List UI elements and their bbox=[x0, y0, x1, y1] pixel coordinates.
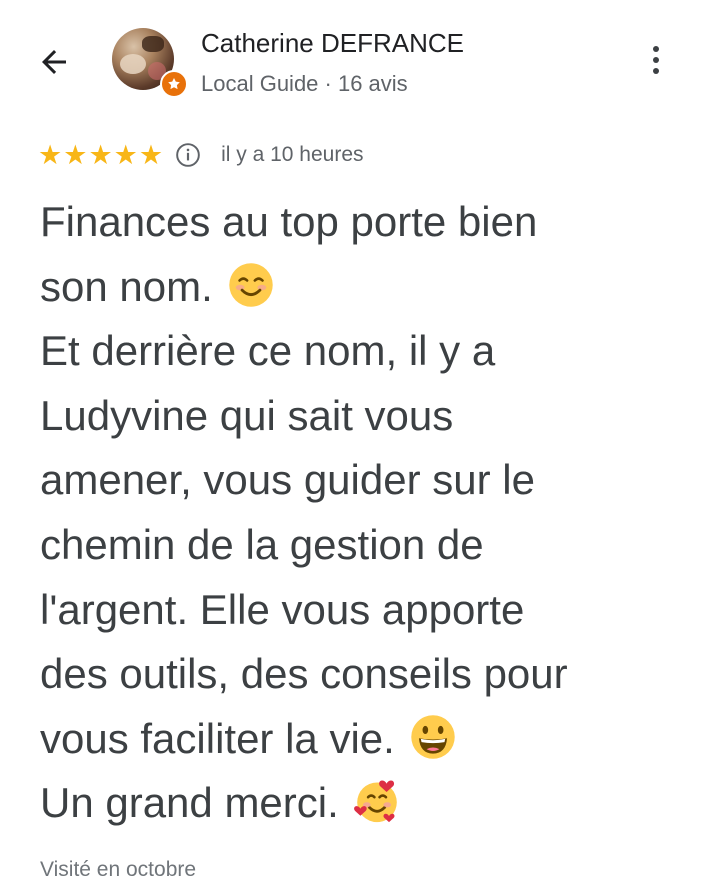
review-line-text: son nom. bbox=[40, 262, 213, 310]
review-time: il y a 10 heures bbox=[221, 143, 364, 166]
avatar-photo-detail bbox=[142, 36, 164, 52]
smiling-face-with-hearts-emoji bbox=[354, 780, 398, 823]
info-icon[interactable] bbox=[175, 142, 201, 168]
star-icon: ★ bbox=[113, 139, 138, 170]
review-line: des outils, des conseils pour bbox=[40, 650, 568, 698]
review-line: vous faciliter la vie. bbox=[40, 707, 700, 772]
arrow-left-icon bbox=[42, 50, 66, 74]
grinning-face-emoji bbox=[411, 715, 456, 759]
more-vert-icon bbox=[653, 46, 659, 52]
star-icon: ★ bbox=[38, 139, 63, 170]
local-guide-badge bbox=[160, 70, 188, 98]
star-icon: ★ bbox=[138, 139, 164, 170]
smiling-face-emoji bbox=[229, 262, 274, 307]
reviewer-meta[interactable]: Local Guide · 16 avis bbox=[201, 71, 408, 97]
reviewer-name[interactable]: Catherine DEFRANCE bbox=[201, 28, 464, 59]
review-line-text: vous faciliter la vie. bbox=[40, 714, 395, 762]
review-line: Un grand merci. bbox=[40, 771, 700, 836]
review-line: Finances au top porte bien bbox=[40, 198, 538, 245]
review-line-text: Un grand merci. bbox=[40, 779, 339, 827]
review-line: chemin de la gestion de bbox=[40, 520, 484, 568]
visited-date: Visité en octobre bbox=[40, 858, 197, 881]
review-line: l'argent. Elle vous apporte bbox=[40, 585, 525, 633]
star-icon: ★ bbox=[88, 139, 113, 170]
back-button[interactable] bbox=[32, 42, 76, 82]
avatar-photo-detail bbox=[120, 54, 146, 74]
star-rating: ★ ★ ★ ★ ★ bbox=[38, 139, 164, 170]
review-line: Et derrière ce nom, il y a bbox=[40, 327, 496, 375]
more-vert-icon bbox=[653, 68, 659, 74]
review-text: Finances au top porte bien son nom. Et d… bbox=[40, 190, 700, 836]
more-vert-icon bbox=[653, 57, 659, 63]
review-line: amener, vous guider sur le bbox=[40, 456, 535, 504]
rating-row: ★ ★ ★ ★ ★ il y a 10 heures bbox=[38, 140, 364, 170]
more-options-button[interactable] bbox=[640, 40, 672, 80]
review-line: son nom. bbox=[40, 255, 700, 320]
star-icon: ★ bbox=[63, 139, 88, 170]
local-guide-star-icon bbox=[168, 78, 180, 90]
review-line: Ludyvine qui sait vous bbox=[40, 391, 454, 439]
